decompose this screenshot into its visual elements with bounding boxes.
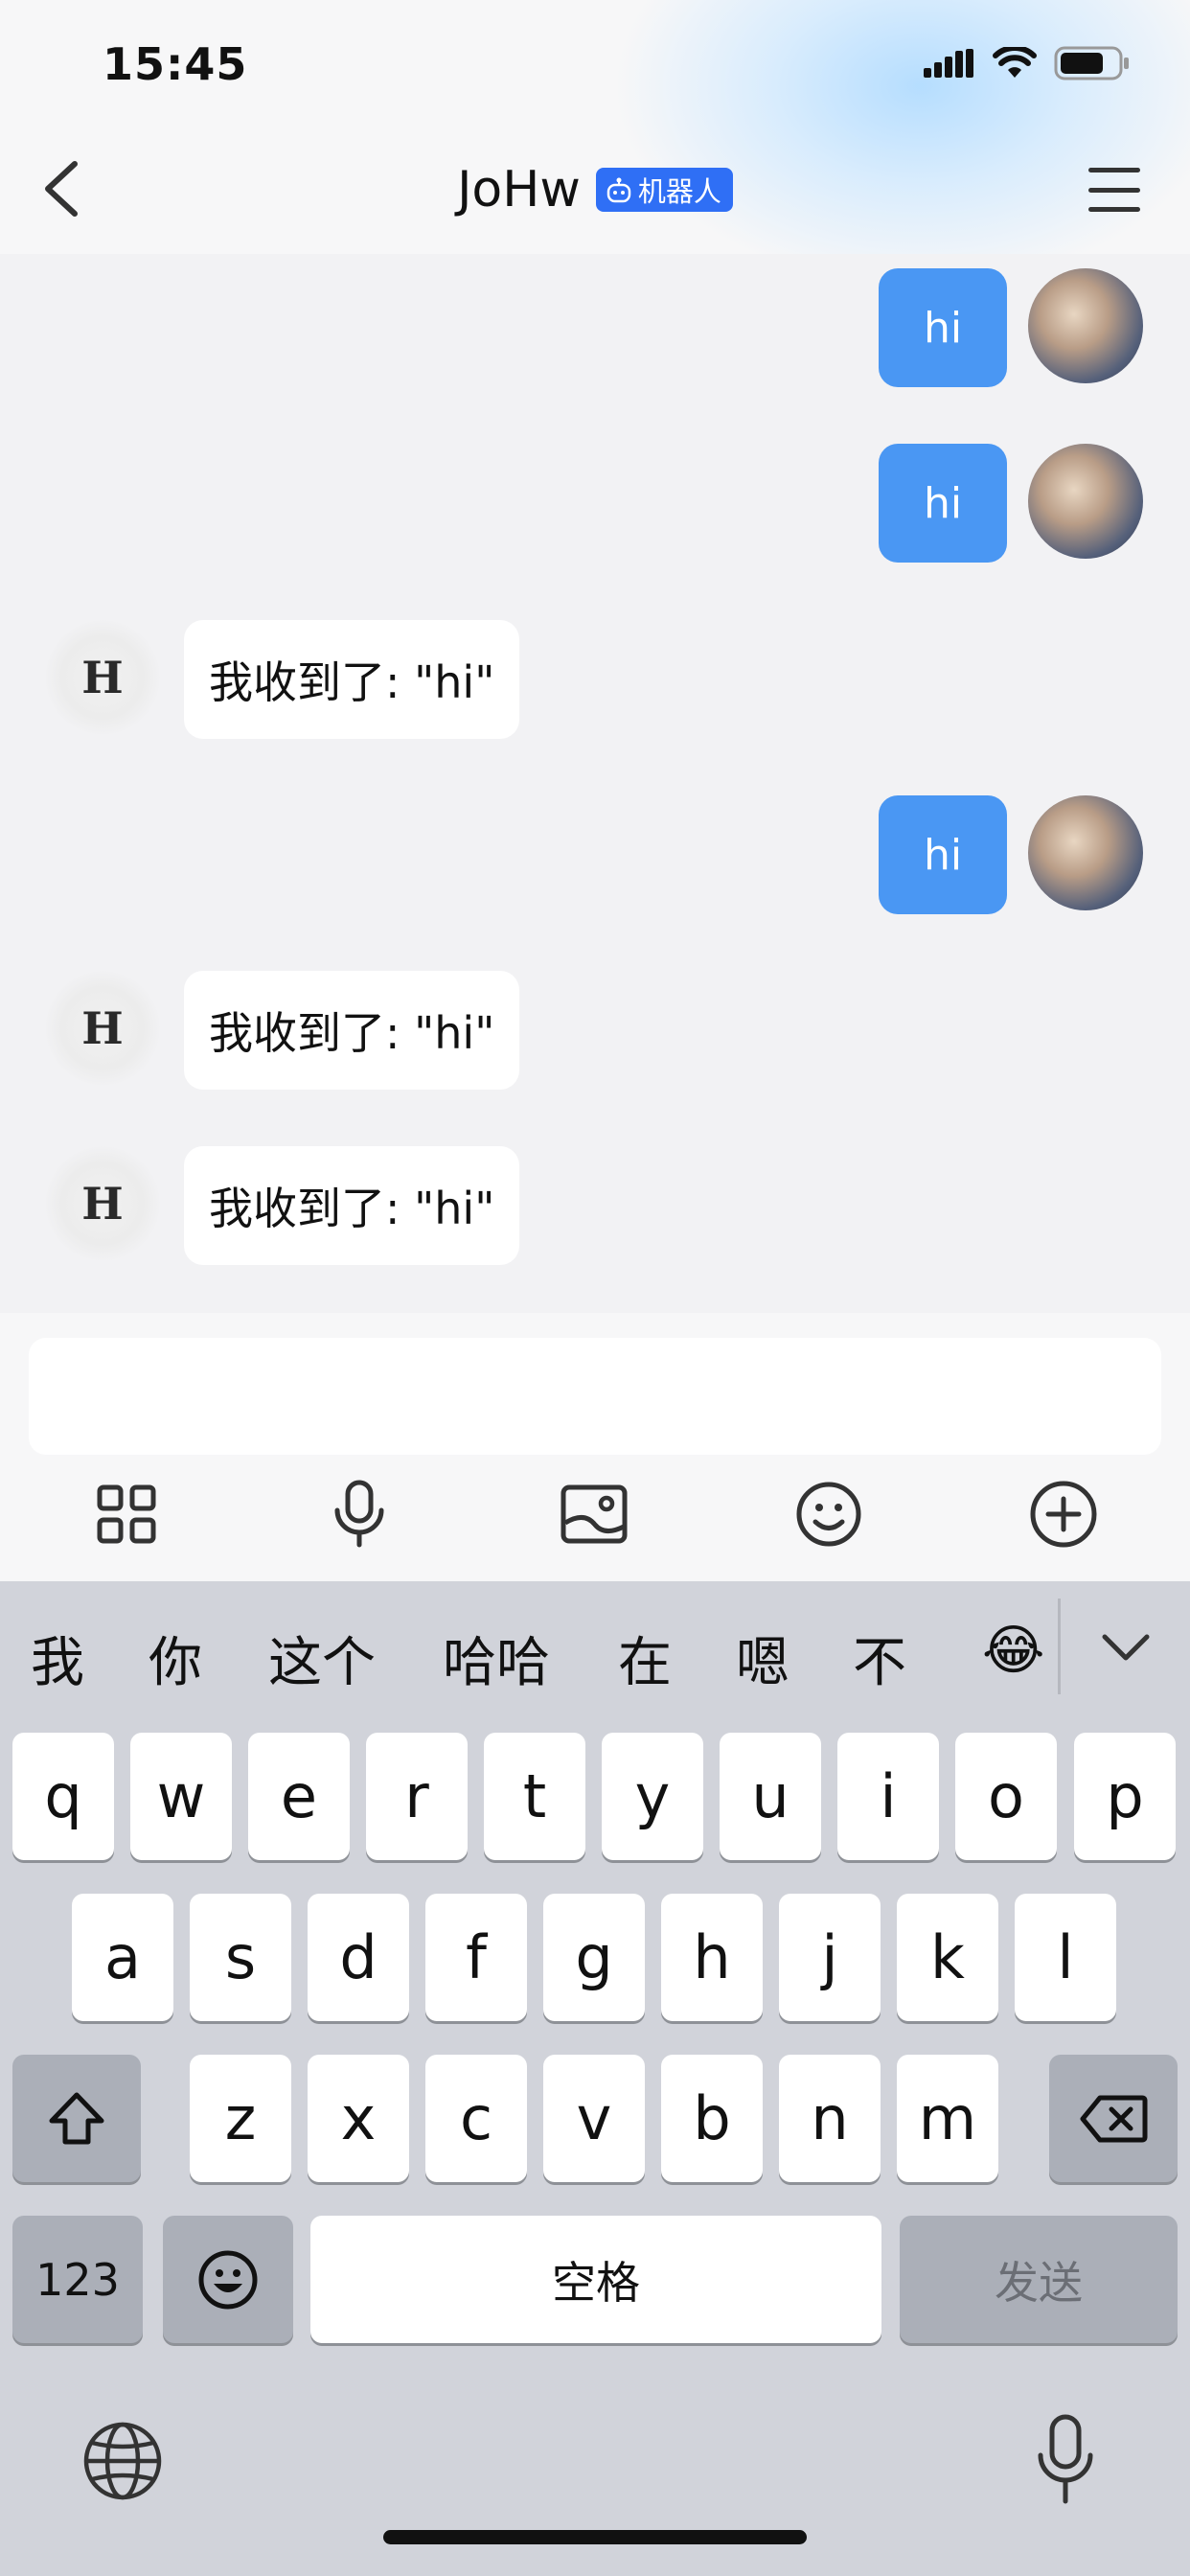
candidate-separator (1058, 1598, 1061, 1694)
key-l[interactable]: l (1015, 1894, 1116, 2021)
key-w[interactable]: w (130, 1733, 232, 1860)
numbers-key[interactable]: 123 (12, 2216, 143, 2343)
candidate-word[interactable]: 哈哈 (443, 1620, 550, 1697)
globe-icon[interactable] (81, 2420, 164, 2502)
bot-badge: 机器人 (595, 168, 733, 212)
key-i[interactable]: i (837, 1733, 939, 1860)
shift-key[interactable] (12, 2055, 141, 2182)
send-key[interactable]: 发送 (900, 2216, 1178, 2343)
robot-icon (606, 177, 631, 203)
key-n[interactable]: n (779, 2055, 881, 2182)
plus-circle-icon[interactable] (1025, 1476, 1102, 1552)
status-icons (924, 46, 1131, 80)
key-g[interactable]: g (543, 1894, 645, 2021)
key-o[interactable]: o (955, 1733, 1057, 1860)
message-bubble-outgoing[interactable]: hi (879, 795, 1007, 914)
keyboard: 我 你 这个 哈哈 在 嗯 不 😂 q w e r t y u i o p a … (0, 1581, 1190, 2576)
emoji-keyboard-icon (198, 2250, 258, 2309)
bot-avatar[interactable]: H (45, 1146, 160, 1261)
user-avatar[interactable] (1028, 795, 1143, 910)
candidate-emoji[interactable]: 😂 (982, 1620, 1044, 1682)
key-q[interactable]: q (12, 1733, 114, 1860)
shift-icon (49, 2092, 104, 2144)
chevron-down-icon[interactable] (1099, 1629, 1153, 1668)
key-z[interactable]: z (190, 2055, 291, 2182)
candidate-bar: 我 你 这个 哈哈 在 嗯 不 😂 (0, 1581, 1190, 1725)
page-title: JoHw (457, 161, 581, 218)
key-f[interactable]: f (425, 1894, 527, 2021)
message-bubble-incoming[interactable]: 我收到了: "hi" (184, 620, 520, 739)
key-s[interactable]: s (190, 1894, 291, 2021)
dictation-microphone-icon[interactable] (1035, 2413, 1096, 2507)
key-c[interactable]: c (425, 2055, 527, 2182)
battery-icon (1054, 46, 1129, 80)
signal-icon (924, 49, 973, 78)
input-toolbar (0, 1476, 1190, 1562)
key-v[interactable]: v (543, 2055, 645, 2182)
user-avatar[interactable] (1028, 444, 1143, 559)
message-input[interactable] (29, 1338, 1161, 1455)
wifi-icon (993, 47, 1037, 78)
message-bubble-incoming[interactable]: 我收到了: "hi" (184, 1146, 520, 1265)
emoji-key[interactable] (163, 2216, 293, 2343)
candidate-word[interactable]: 在 (618, 1620, 672, 1697)
backspace-icon (1080, 2095, 1148, 2142)
user-avatar[interactable] (1028, 268, 1143, 383)
grid-icon[interactable] (88, 1476, 165, 1552)
key-e[interactable]: e (248, 1733, 350, 1860)
chat-list[interactable]: hi hi H 我收到了: "hi" hi H 我收到了: "hi" H 我收到… (0, 254, 1190, 1313)
key-j[interactable]: j (779, 1894, 881, 2021)
key-t[interactable]: t (484, 1733, 585, 1860)
candidate-word[interactable]: 嗯 (736, 1620, 790, 1697)
candidate-word[interactable]: 不 (853, 1620, 906, 1697)
key-k[interactable]: k (897, 1894, 998, 2021)
bot-avatar[interactable]: H (45, 620, 160, 735)
key-b[interactable]: b (661, 2055, 763, 2182)
candidate-word[interactable]: 我 (31, 1620, 84, 1697)
candidate-word[interactable]: 你 (149, 1620, 202, 1697)
input-bar (0, 1313, 1190, 1581)
home-indicator (383, 2530, 807, 2544)
menu-icon[interactable] (1088, 168, 1140, 212)
key-x[interactable]: x (308, 2055, 409, 2182)
status-time: 15:45 (103, 38, 248, 90)
message-bubble-outgoing[interactable]: hi (879, 268, 1007, 387)
key-m[interactable]: m (897, 2055, 998, 2182)
message-bubble-incoming[interactable]: 我收到了: "hi" (184, 971, 520, 1090)
title-group: JoHw 机器人 (0, 161, 1190, 218)
key-u[interactable]: u (720, 1733, 821, 1860)
emoji-icon[interactable] (790, 1476, 867, 1552)
candidate-word[interactable]: 这个 (268, 1620, 376, 1697)
key-r[interactable]: r (366, 1733, 468, 1860)
key-y[interactable]: y (602, 1733, 703, 1860)
header: 15:45 JoHw 机器人 (0, 0, 1190, 254)
bot-badge-label: 机器人 (637, 175, 721, 208)
image-icon[interactable] (556, 1476, 632, 1552)
delete-key[interactable] (1049, 2055, 1178, 2182)
space-key[interactable]: 空格 (310, 2216, 881, 2343)
key-d[interactable]: d (308, 1894, 409, 2021)
key-h[interactable]: h (661, 1894, 763, 2021)
microphone-icon[interactable] (321, 1476, 398, 1552)
key-p[interactable]: p (1074, 1733, 1176, 1860)
bot-avatar[interactable]: H (45, 971, 160, 1086)
message-bubble-outgoing[interactable]: hi (879, 444, 1007, 563)
key-a[interactable]: a (72, 1894, 173, 2021)
